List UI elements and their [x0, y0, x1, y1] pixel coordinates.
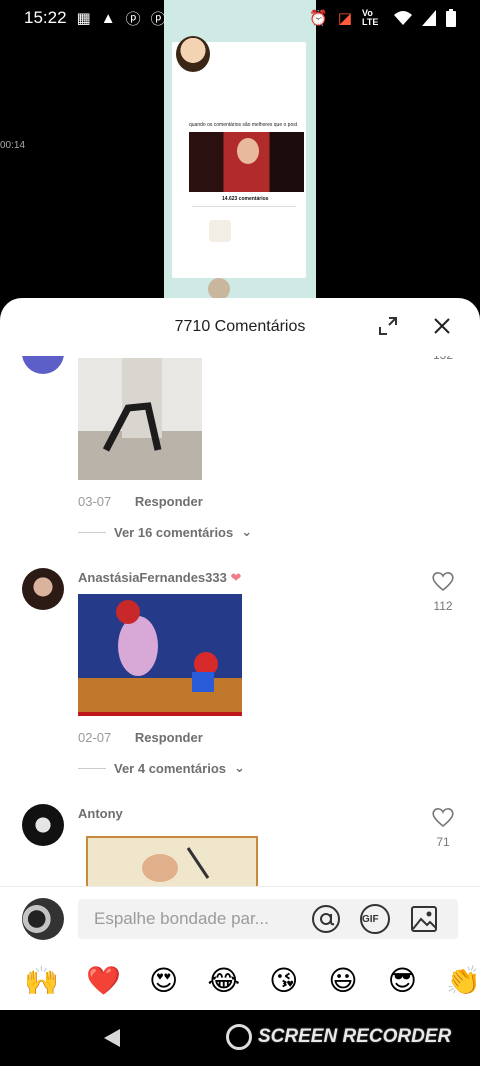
- comment-username[interactable]: AnastásiaFernandes333 ❤: [78, 570, 241, 586]
- emoji-button[interactable]: 😎: [387, 964, 418, 997]
- gif-figure: [102, 358, 162, 452]
- chevron-down-icon: ⌄: [241, 524, 253, 539]
- comment-item: Antony 71: [0, 804, 480, 886]
- like-button[interactable]: 71: [426, 806, 460, 849]
- gif-figure: [142, 847, 210, 882]
- gif-figure: [78, 600, 242, 716]
- like-count: 112: [433, 599, 453, 613]
- status-bar: 15:22 ▦ ▲ ⓟ ⓟ ⏰ ◪ Vo LTE: [0, 0, 480, 36]
- video-preview[interactable]: quando os comentários são melhores que o…: [164, 0, 316, 298]
- comment-item: 132 03-07 Responder Ver 16 comentários ⌄: [0, 356, 480, 552]
- comment-username[interactable]: Antony: [78, 806, 123, 821]
- video-avatar: [176, 36, 210, 72]
- heart-emoji: ❤: [230, 570, 242, 585]
- volte-icon: Vo LTE: [362, 8, 379, 27]
- emoji-button[interactable]: 😘: [268, 964, 299, 997]
- view-replies-label: Ver 16 comentários: [114, 524, 234, 540]
- my-avatar[interactable]: [22, 897, 64, 940]
- at-icon[interactable]: [311, 904, 341, 934]
- like-count: 132: [426, 356, 460, 362]
- record-icon: [226, 1024, 252, 1050]
- avatar[interactable]: [22, 804, 64, 846]
- comment-item: AnastásiaFernandes333 ❤ 112 02-07 Respon…: [0, 568, 480, 788]
- avatar[interactable]: [22, 568, 64, 610]
- username-text: AnastásiaFernandes333: [78, 570, 227, 585]
- close-icon[interactable]: [432, 316, 452, 336]
- status-time: 15:22: [24, 8, 67, 27]
- avatar[interactable]: [22, 356, 64, 374]
- emoji-button[interactable]: 👏: [446, 964, 480, 997]
- divider: [78, 531, 106, 533]
- emoji-quick-row: 🙌 ❤️ 😍 😂 😘 😃 😎 👏: [0, 950, 480, 1010]
- reply-button[interactable]: Responder: [135, 494, 203, 509]
- pinterest-icon: ⓟ: [150, 10, 166, 28]
- video-comment-count: 14.623 comentários: [222, 196, 269, 202]
- comment-meta: 02-07 Responder: [78, 730, 203, 745]
- recording-timer: 00:14: [0, 140, 26, 151]
- gallery-icon: ▦: [76, 10, 91, 27]
- warning-icon: ▲: [100, 9, 116, 27]
- image-icon[interactable]: [409, 904, 439, 934]
- comments-list[interactable]: 132 03-07 Responder Ver 16 comentários ⌄: [0, 356, 480, 886]
- video-gif: [209, 220, 231, 242]
- battery-icon: [446, 9, 456, 27]
- watermark-text: SCREEN RECORDER: [258, 1026, 452, 1047]
- comment-input[interactable]: Espalhe bondade par... GIF: [78, 899, 458, 939]
- view-replies-button[interactable]: Ver 16 comentários ⌄: [78, 524, 252, 540]
- comment-date: 02-07: [78, 730, 112, 745]
- heart-outline-icon: [432, 572, 454, 592]
- comment-input-placeholder: Espalhe bondade par...: [94, 909, 269, 928]
- emoji-button[interactable]: 😂: [207, 964, 240, 997]
- gif-label: GIF: [362, 913, 379, 925]
- comment-gif[interactable]: [86, 836, 258, 886]
- video-gif: [208, 278, 230, 298]
- cast-icon: ◪: [337, 10, 352, 27]
- comment-meta: 03-07 Responder: [78, 494, 203, 509]
- gif-button[interactable]: GIF: [360, 904, 390, 934]
- sheet-title: 7710 Comentários: [174, 318, 306, 335]
- view-replies-label: Ver 4 comentários: [114, 760, 226, 776]
- divider: [78, 767, 106, 769]
- emoji-button[interactable]: 🙌: [24, 964, 59, 997]
- view-replies-button[interactable]: Ver 4 comentários ⌄: [78, 760, 245, 776]
- signal-icon: [422, 10, 436, 26]
- emoji-button[interactable]: ❤️: [86, 964, 121, 997]
- sheet-header: 7710 Comentários: [0, 298, 480, 356]
- heart-outline-icon: [432, 808, 454, 828]
- comments-sheet: 7710 Comentários 132 03-07 Responder: [0, 298, 480, 1010]
- like-count: 71: [436, 835, 450, 849]
- reply-button[interactable]: Responder: [135, 730, 203, 745]
- comment-date: 03-07: [78, 494, 112, 509]
- chevron-down-icon: ⌄: [234, 760, 245, 775]
- comment-gif[interactable]: [78, 594, 242, 716]
- like-button[interactable]: 132: [426, 356, 460, 362]
- emoji-button[interactable]: 😍: [148, 964, 179, 997]
- wifi-icon: [394, 11, 412, 25]
- divider: [192, 206, 296, 207]
- emoji-button[interactable]: 😃: [327, 964, 358, 997]
- comment-input-bar: Espalhe bondade par... GIF: [0, 886, 480, 950]
- video-caption: quando os comentários são melhores que o…: [189, 122, 298, 128]
- back-triangle-icon[interactable]: [102, 1028, 122, 1048]
- alarm-icon: ⏰: [309, 10, 328, 27]
- like-button[interactable]: 112: [426, 570, 460, 613]
- comment-gif[interactable]: [78, 358, 202, 480]
- pinterest-icon: ⓟ: [125, 10, 141, 28]
- video-media: [189, 132, 304, 192]
- expand-icon[interactable]: [378, 316, 398, 336]
- screen-recorder-watermark: SCREEN RECORDER: [226, 1024, 451, 1050]
- video-card: quando os comentários são melhores que o…: [172, 42, 306, 298]
